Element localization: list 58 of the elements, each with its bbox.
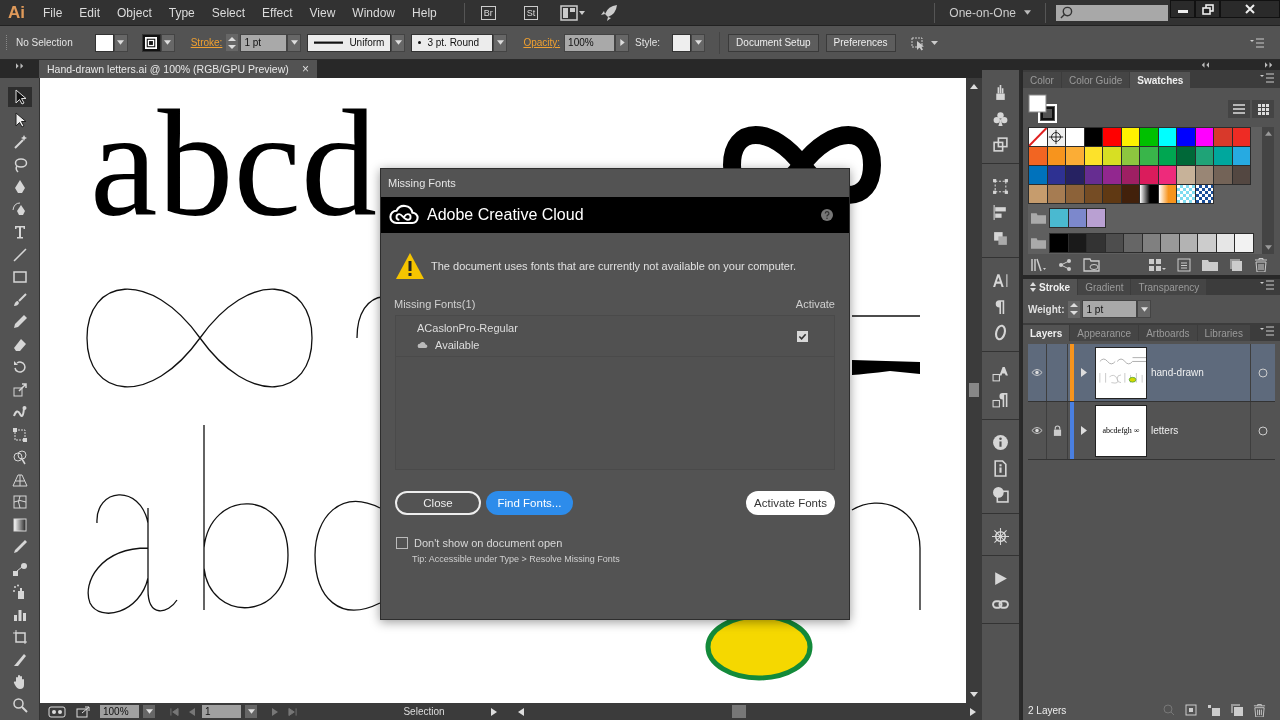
style-label: Style: [635, 37, 661, 48]
workspace-switcher[interactable]: One-on-One [945, 5, 1035, 20]
menu-item[interactable]: Select [211, 5, 246, 20]
column-header: Activate [795, 298, 835, 310]
layer-name: letters [1150, 425, 1180, 436]
font-status: Available [435, 338, 480, 351]
panel-tab[interactable]: Swatches [1130, 72, 1191, 88]
dialog-button[interactable]: Activate Fonts [746, 491, 835, 515]
dialog-button[interactable]: Close [395, 491, 481, 515]
checkbox-label[interactable]: Don't show on document open [414, 537, 563, 549]
artwork-text: abcd [90, 89, 377, 239]
menu-item[interactable]: Help [412, 5, 437, 20]
menu-item[interactable]: File [43, 5, 63, 20]
panel-tab[interactable]: Artboards [1139, 325, 1197, 341]
font-name: ACaslonPro-Regular [417, 321, 519, 334]
panel-tab[interactable]: Appearance [1070, 325, 1139, 341]
document-tab[interactable]: Hand-drawn letters.ai @ 100% (RGB/GPU Preview) × [39, 60, 317, 78]
panel-tab[interactable]: Color Guide [1061, 72, 1130, 88]
zoom-field[interactable]: 100% [100, 705, 139, 718]
panel-tab[interactable]: Layers [1023, 325, 1070, 341]
artboard-field[interactable]: 1 [202, 705, 241, 718]
opacity-field[interactable]: 100% [564, 33, 616, 52]
layer-row[interactable]: hand-drawn [1028, 344, 1275, 402]
menu-item[interactable]: Window [352, 5, 396, 20]
opacity-link[interactable]: Opacity: [523, 37, 561, 48]
dialog-title: Missing Fonts [387, 176, 457, 191]
menu-item[interactable]: Object [117, 5, 152, 20]
app-switch-button[interactable]: St [523, 5, 539, 20]
menu-item[interactable]: Effect [262, 5, 293, 20]
weight-label: Weight: [1028, 303, 1065, 315]
app-logo: Ai [8, 2, 25, 23]
tab-close-button[interactable]: × [302, 62, 309, 76]
layer-row[interactable]: abcdefgh ∞ letters [1028, 402, 1275, 460]
toolbar-button[interactable]: Document Setup [728, 33, 819, 52]
toolbar-button[interactable]: Preferences [825, 33, 896, 52]
layer-name: hand-drawn [1150, 367, 1205, 378]
banner-title: Adobe Creative Cloud [427, 206, 584, 224]
panel-tab[interactable]: Libraries [1197, 325, 1250, 341]
stroke-profile-dropdown[interactable]: Uniform [307, 33, 392, 52]
panel-tab[interactable]: Gradient [1078, 279, 1131, 295]
weight-field[interactable]: 1 pt [1082, 300, 1138, 318]
app-switch-button[interactable]: Br [480, 5, 496, 20]
current-tool-status[interactable]: Selection [364, 706, 484, 717]
brush-dropdown[interactable]: 3 pt. Round [411, 33, 494, 52]
selection-status: No Selection [16, 37, 73, 48]
panel-tab[interactable]: Color [1023, 72, 1061, 88]
list-header: Missing Fonts(1) [394, 298, 476, 310]
layer-thumbnail: abcdefgh ∞ [1095, 404, 1147, 457]
panel-tab[interactable]: Stroke [1023, 279, 1078, 295]
menu-item[interactable]: View [309, 5, 336, 20]
panel-tab[interactable]: Transparency [1131, 279, 1207, 295]
stroke-weight-field[interactable]: 1 pt [240, 33, 288, 52]
layer-count: 2 Layers [1028, 704, 1067, 716]
stroke-link[interactable]: Stroke: [190, 37, 223, 48]
menu-item[interactable]: Type [168, 5, 195, 20]
warning-message: The document uses fonts that are currently not available on your computer. [431, 260, 797, 272]
tip-text: Tip: Accessible under Type > Resolve Missing Fonts [411, 553, 621, 564]
menu-item[interactable]: Edit [79, 5, 101, 20]
